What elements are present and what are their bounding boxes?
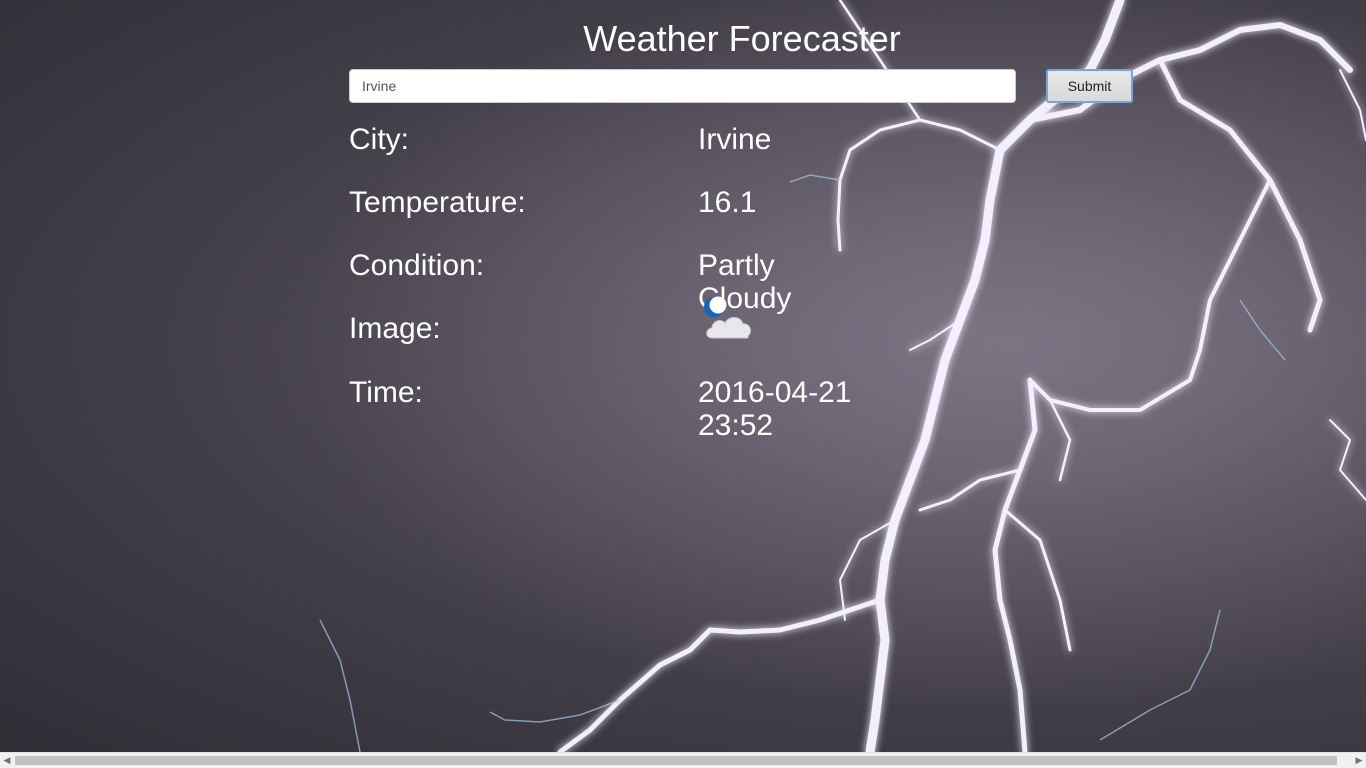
page-viewport: Weather Forecaster Submit City: Irvine T… bbox=[0, 0, 1366, 768]
lightning-background-image bbox=[0, 0, 1366, 752]
temperature-value: 16.1 bbox=[698, 186, 757, 219]
city-input[interactable] bbox=[349, 69, 1016, 103]
horizontal-scrollbar[interactable]: ◀ ▶ bbox=[0, 752, 1366, 768]
search-form: Submit bbox=[349, 69, 1135, 103]
temperature-label: Temperature: bbox=[349, 186, 526, 219]
scroll-right-arrow-icon[interactable]: ▶ bbox=[1352, 753, 1366, 768]
scrollbar-thumb[interactable] bbox=[15, 756, 1337, 765]
time-label: Time: bbox=[349, 376, 423, 409]
time-value: 2016-04-21 23:52 bbox=[698, 376, 852, 442]
page-title: Weather Forecaster bbox=[583, 18, 901, 59]
partly-cloudy-night-icon bbox=[704, 296, 751, 339]
city-value: Irvine bbox=[698, 123, 772, 156]
image-label: Image: bbox=[349, 312, 441, 345]
city-label: City: bbox=[349, 123, 409, 156]
submit-button[interactable]: Submit bbox=[1046, 69, 1133, 103]
condition-label: Condition: bbox=[349, 249, 485, 282]
scroll-left-arrow-icon[interactable]: ◀ bbox=[0, 753, 14, 768]
main-content: Weather Forecaster Submit City: Irvine T… bbox=[349, 0, 1135, 442]
